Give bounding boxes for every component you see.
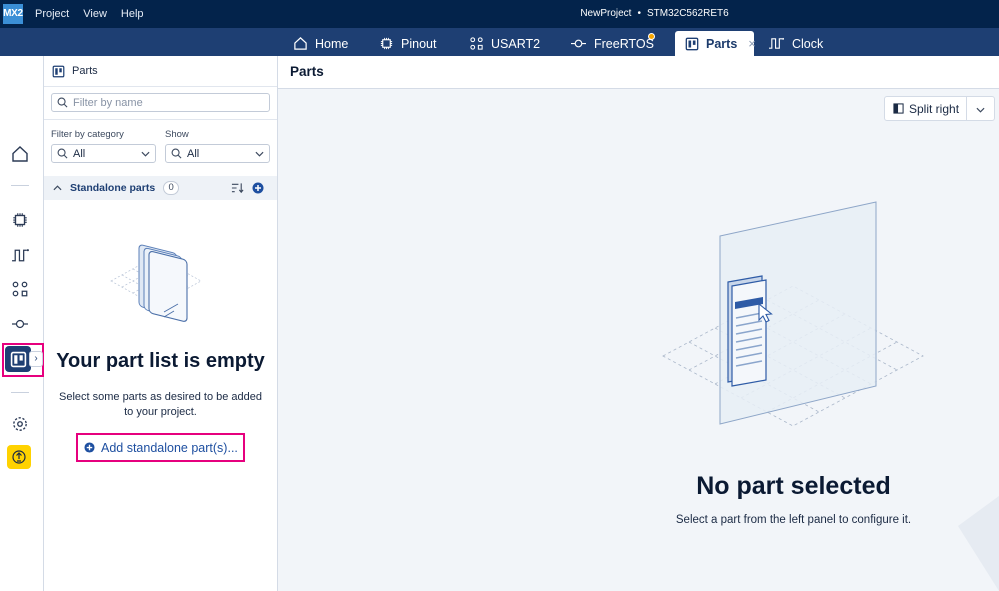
split-label: Split right: [909, 101, 960, 116]
tab-label: Home: [315, 36, 349, 51]
parts-icon: [685, 37, 699, 50]
main-content: Parts Split right No part selected Selec: [278, 56, 999, 591]
middleware-icon: [12, 319, 28, 329]
panel-title: Parts: [72, 65, 98, 77]
divider: [44, 86, 277, 87]
rail-divider: [11, 392, 29, 393]
tab-clock[interactable]: Clock: [758, 31, 833, 56]
search-input[interactable]: [73, 96, 263, 109]
tab-bar: Home Pinout USART2 FreeRTOS Parts × Cloc…: [0, 28, 999, 56]
content-header: Parts: [278, 56, 999, 89]
tab-label: USART2: [491, 36, 541, 51]
tab-pinout[interactable]: Pinout: [369, 31, 446, 56]
empty-list-text: Select some parts as desired to be added…: [58, 391, 262, 418]
chip-icon: [13, 213, 27, 227]
tab-freertos[interactable]: FreeRTOS: [560, 31, 664, 56]
tab-usart2[interactable]: USART2: [459, 31, 550, 56]
peripheral-icon: [470, 37, 483, 50]
select-value: All: [73, 147, 86, 160]
split-right-button[interactable]: Split right: [884, 96, 995, 121]
empty-list-title: Your part list is empty: [56, 350, 265, 372]
rail-pinout[interactable]: [8, 208, 32, 232]
title-bar: MX2 Project View Help NewProject • STM32C5…: [0, 0, 999, 28]
project-name: NewProject: [580, 8, 632, 19]
button-label: Add standalone part(s)...: [101, 440, 238, 455]
middleware-icon: [571, 39, 586, 48]
split-view-icon: [893, 103, 904, 114]
select-value: All: [187, 147, 200, 160]
add-standalone-parts-button[interactable]: Add standalone part(s)...: [84, 438, 238, 457]
chevron-down-icon: [976, 107, 985, 113]
tab-parts[interactable]: Parts ×: [675, 31, 756, 56]
action-icon: [12, 450, 26, 464]
sort-icon[interactable]: [231, 182, 244, 194]
empty-list-illustration: [110, 244, 202, 322]
decorative-shape: [958, 496, 999, 591]
rail-action[interactable]: [7, 445, 31, 469]
tab-label: FreeRTOS: [594, 36, 654, 51]
device-name: STM32C562RET6: [646, 8, 729, 19]
rail-peripherals[interactable]: [8, 277, 32, 301]
title-separator: •: [637, 8, 641, 19]
search-box[interactable]: [51, 93, 270, 112]
rail-clock[interactable]: [8, 243, 32, 267]
add-icon: [84, 442, 95, 453]
chevron-down-icon: [141, 151, 150, 157]
peripheral-icon: [12, 281, 28, 297]
parts-panel: Parts Filter by category All Show All St…: [44, 56, 278, 591]
parts-count-badge: 0: [163, 181, 180, 195]
standalone-parts-section[interactable]: Standalone parts 0: [44, 176, 277, 200]
notification-dot: [648, 33, 655, 40]
tab-label: Pinout: [401, 36, 437, 51]
no-part-illustration: [662, 201, 924, 427]
section-label: Standalone parts: [70, 182, 156, 194]
tab-label: Parts: [706, 36, 738, 51]
expand-panel-icon[interactable]: ›: [29, 351, 43, 367]
show-select[interactable]: All: [165, 144, 270, 163]
rail-home[interactable]: [8, 142, 32, 166]
chevron-up-icon[interactable]: [53, 185, 62, 191]
rail-parts[interactable]: [5, 346, 31, 372]
page-title: Parts: [290, 64, 324, 79]
chip-icon: [380, 37, 393, 50]
rail-divider: [11, 185, 29, 186]
home-icon: [294, 37, 307, 50]
divider: [44, 119, 277, 120]
filter-category-label: Filter by category: [51, 129, 124, 140]
close-icon[interactable]: ×: [748, 36, 756, 51]
split-main-action[interactable]: Split right: [885, 97, 967, 120]
activity-rail: ›: [0, 56, 44, 591]
home-icon: [12, 146, 28, 162]
parts-icon: [10, 351, 26, 367]
settings-icon: [13, 417, 27, 431]
show-label: Show: [165, 129, 189, 140]
tab-home[interactable]: Home: [283, 31, 358, 56]
clock-signal-icon: [769, 37, 784, 49]
rail-settings[interactable]: [8, 412, 32, 436]
search-icon: [171, 148, 182, 159]
search-icon: [57, 148, 68, 159]
chevron-down-icon: [255, 151, 264, 157]
parts-icon: [52, 65, 65, 77]
add-icon[interactable]: [252, 182, 264, 194]
no-part-text: Select a part from the left panel to con…: [675, 514, 912, 526]
project-title: NewProject • STM32C562RET6: [0, 0, 999, 28]
no-part-title: No part selected: [696, 472, 891, 500]
clock-signal-icon: [11, 248, 29, 261]
rail-middleware[interactable]: [8, 312, 32, 336]
tab-label: Clock: [792, 36, 824, 51]
split-dropdown[interactable]: [967, 102, 994, 116]
filter-category-select[interactable]: All: [51, 144, 156, 163]
panel-header: Parts: [44, 56, 277, 86]
search-icon: [57, 97, 68, 108]
